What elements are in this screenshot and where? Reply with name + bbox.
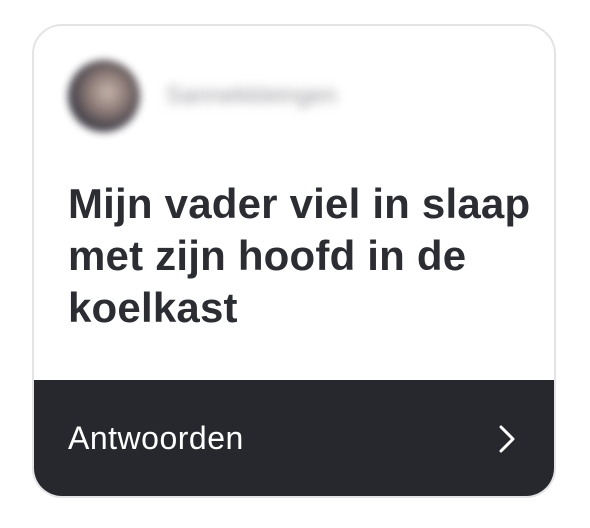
question-text: Mijn vader viel in slaap met zijn hoofd … [68, 180, 531, 331]
avatar [68, 60, 140, 132]
chevron-right-icon [499, 425, 515, 453]
question-card: Sannekkleingen Mijn vader viel in slaap … [32, 24, 556, 498]
reply-label: Antwoorden [68, 420, 244, 456]
username: Sannekkleingen [166, 82, 337, 109]
reply-button[interactable]: Antwoorden [34, 380, 554, 496]
post-header: Sannekkleingen [34, 26, 554, 166]
